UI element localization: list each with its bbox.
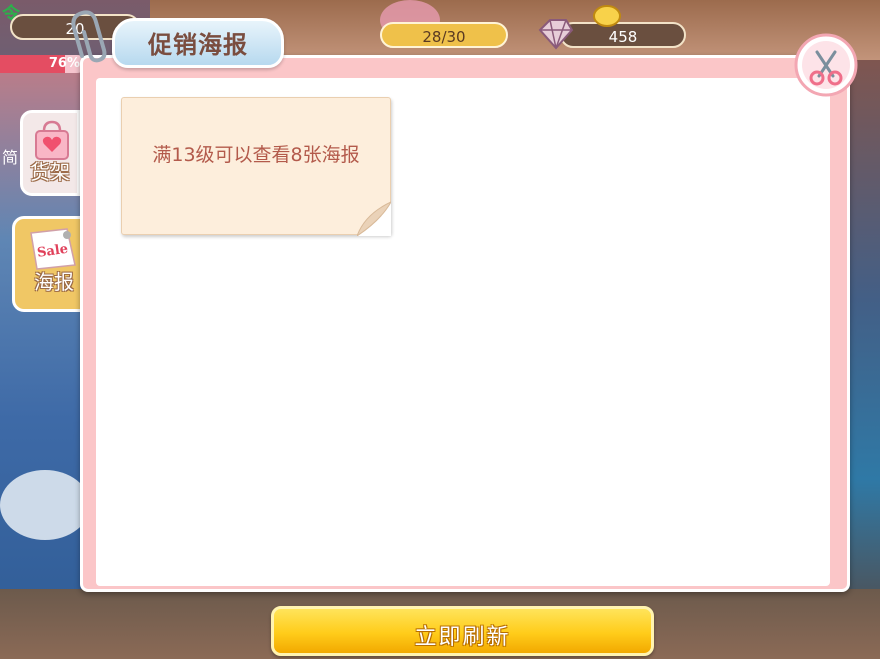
poster-slot-message: 满13级可以查看8张海报 bbox=[152, 144, 360, 166]
tab-shelf[interactable]: 货架 bbox=[20, 110, 80, 196]
poster-slot-note[interactable]: 满13级可以查看8张海报 bbox=[121, 97, 391, 235]
tab-shelf-label: 货架 bbox=[30, 160, 70, 184]
side-partial-text: 简 bbox=[2, 148, 19, 167]
dialog-title-tag: 促销海报 bbox=[112, 18, 284, 68]
coin-icon bbox=[593, 5, 621, 27]
dialog-title: 促销海报 bbox=[148, 31, 248, 59]
background-cloud bbox=[0, 470, 90, 540]
sale-tag-icon: Sale bbox=[30, 228, 76, 270]
note-curled-corner bbox=[357, 201, 391, 236]
refresh-now-button[interactable]: 立即刷新 bbox=[271, 606, 654, 656]
shopping-bag-icon bbox=[35, 120, 69, 160]
stock-value: 28/30 bbox=[422, 28, 466, 46]
refresh-now-label: 立即刷新 bbox=[414, 625, 511, 650]
gem-icon bbox=[538, 19, 574, 50]
gems-counter[interactable]: 458 bbox=[560, 22, 686, 48]
stock-counter[interactable]: 28/30 bbox=[380, 22, 508, 48]
close-scissors-icon[interactable] bbox=[793, 32, 859, 98]
paperclip-icon bbox=[71, 10, 107, 63]
gems-value: 458 bbox=[608, 28, 638, 46]
